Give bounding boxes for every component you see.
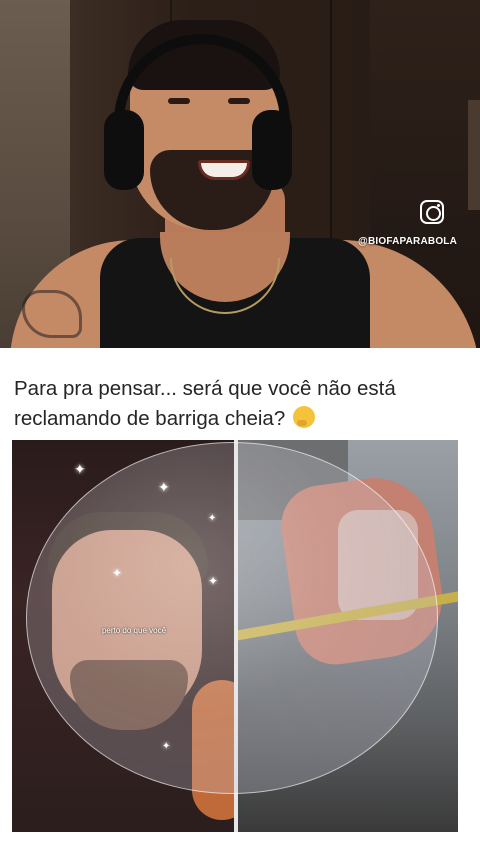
- video-caption: perto do que você: [101, 626, 167, 635]
- video-frame[interactable]: @BIOFAPARABOLA: [0, 0, 480, 348]
- instagram-handle[interactable]: @BIOFAPARABOLA: [358, 236, 468, 247]
- tweet-card: Para pra pensar... será que você não est…: [0, 348, 480, 854]
- left-earcup: [104, 110, 144, 190]
- sparkle-icon: ✦: [162, 741, 171, 752]
- right-earcup: [252, 110, 292, 190]
- sparkle-icon: ✦: [112, 566, 123, 580]
- tweet-text-container: Para pra pensar... será que você não est…: [14, 374, 464, 434]
- sparkle-icon: ✦: [158, 479, 170, 495]
- streamer: [0, 0, 480, 348]
- soap-bubble-overlay: [26, 442, 438, 794]
- sparkle-icon: ✦: [208, 574, 219, 588]
- thinking-face-icon: [292, 406, 315, 428]
- tweet-media[interactable]: ✦ ✦ ✦ ✦ ✦ ✦ perto do que você: [12, 440, 458, 832]
- sparkle-icon: ✦: [74, 461, 86, 477]
- tweet-text: Para pra pensar... será que você não est…: [14, 377, 396, 430]
- sparkle-icon: ✦: [208, 513, 217, 524]
- instagram-icon[interactable]: [420, 200, 444, 224]
